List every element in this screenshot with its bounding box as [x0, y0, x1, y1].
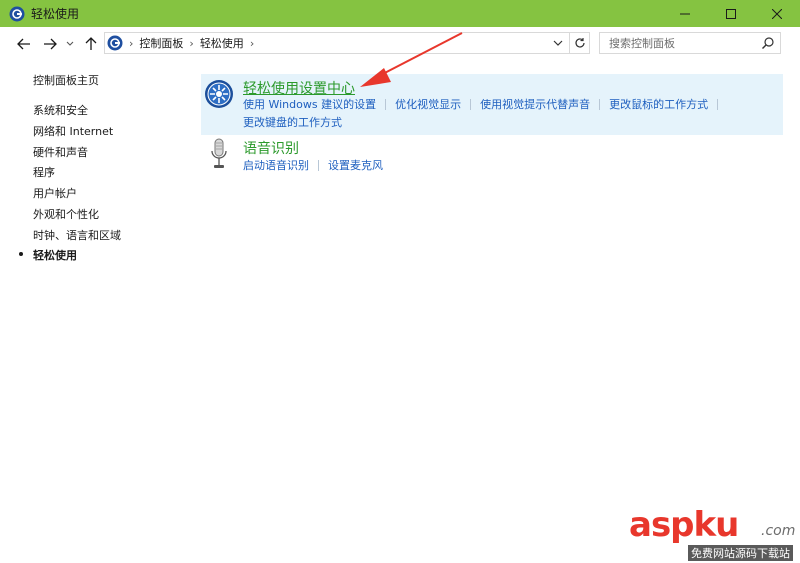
back-button[interactable]: [16, 36, 32, 52]
link-separator: [599, 98, 601, 110]
refresh-button[interactable]: [570, 32, 590, 54]
window-title: 轻松使用: [31, 7, 80, 21]
recent-locations-button[interactable]: [64, 36, 76, 52]
breadcrumb-control-panel[interactable]: 控制面板: [139, 35, 183, 51]
nav-item-system-security[interactable]: 系统和安全: [33, 102, 88, 118]
link-use-recommended-settings[interactable]: 使用 Windows 建议的设置: [243, 96, 376, 112]
up-button[interactable]: [83, 36, 99, 52]
nav-item-network-internet[interactable]: 网络和 Internet: [33, 123, 113, 139]
microphone-icon[interactable]: [209, 138, 229, 170]
title-bar: 轻松使用: [0, 0, 800, 27]
minimize-icon: [680, 13, 690, 14]
nav-item-programs[interactable]: 程序: [33, 164, 55, 180]
chevron-down-icon[interactable]: [551, 36, 565, 50]
chevron-right-icon[interactable]: ›: [189, 37, 193, 50]
address-bar[interactable]: › 控制面板 › 轻松使用 ›: [104, 32, 570, 54]
link-set-up-microphone[interactable]: 设置麦克风: [328, 157, 383, 173]
close-button[interactable]: [754, 0, 800, 27]
link-change-keyboard[interactable]: 更改键盘的工作方式: [243, 114, 342, 130]
chevron-right-icon: ›: [129, 36, 134, 50]
control-panel-icon: [9, 6, 25, 21]
link-start-speech-recognition[interactable]: 启动语音识别: [243, 157, 309, 173]
category-ease-of-access-center-title[interactable]: 轻松使用设置中心: [243, 78, 355, 98]
back-arrow-icon: [17, 38, 30, 50]
watermark-subtitle: 免费网站源码下载站: [688, 545, 793, 561]
search-input[interactable]: 搜索控制面板: [599, 32, 781, 54]
link-separator: [385, 98, 387, 110]
up-arrow-icon: [85, 37, 97, 50]
active-bullet: [19, 252, 23, 256]
watermark-logo: aspku: [629, 505, 739, 545]
category-speech-links: 启动语音识别 设置麦克风: [243, 157, 383, 173]
address-row: › 控制面板 › 轻松使用 › 搜索控制面板: [0, 27, 800, 60]
ease-of-access-icon[interactable]: [204, 79, 234, 109]
nav-control-panel-home[interactable]: 控制面板主页: [33, 72, 99, 88]
maximize-button[interactable]: [708, 0, 754, 27]
link-change-mouse[interactable]: 更改鼠标的工作方式: [609, 96, 708, 112]
link-optimize-visual-display[interactable]: 优化视觉显示: [395, 96, 461, 112]
minimize-button[interactable]: [662, 0, 708, 27]
chevron-down-icon: [66, 41, 74, 46]
category-ease-links-row1: 使用 Windows 建议的设置 优化视觉显示 使用视觉提示代替声音 更改鼠标的…: [243, 96, 727, 112]
category-ease-links-row2: 更改键盘的工作方式: [243, 114, 342, 130]
control-panel-icon: [107, 35, 123, 51]
maximize-icon: [726, 8, 736, 19]
nav-item-ease-of-access[interactable]: 轻松使用: [33, 247, 77, 263]
link-separator: [318, 159, 319, 171]
link-separator: [717, 98, 719, 110]
search-placeholder: 搜索控制面板: [609, 37, 675, 50]
close-icon: [772, 8, 782, 19]
refresh-icon: [574, 38, 585, 48]
forward-button[interactable]: [42, 36, 58, 52]
link-visual-cues-for-sounds[interactable]: 使用视觉提示代替声音: [480, 96, 590, 112]
nav-item-appearance[interactable]: 外观和个性化: [33, 206, 99, 222]
link-separator: [470, 98, 472, 110]
watermark: aspku .com 免费网站源码下载站: [629, 505, 800, 563]
breadcrumb-ease-of-access[interactable]: 轻松使用: [200, 35, 244, 51]
search-icon[interactable]: [761, 36, 775, 50]
nav-item-hardware-sound[interactable]: 硬件和声音: [33, 144, 88, 160]
forward-arrow-icon: [44, 38, 57, 50]
nav-item-user-accounts[interactable]: 用户帐户: [33, 185, 77, 201]
chevron-right-icon[interactable]: ›: [250, 37, 254, 50]
category-speech-recognition-title[interactable]: 语音识别: [243, 138, 299, 158]
nav-item-clock-language-region[interactable]: 时钟、语言和区域: [33, 227, 121, 243]
watermark-suffix: .com: [761, 523, 796, 539]
